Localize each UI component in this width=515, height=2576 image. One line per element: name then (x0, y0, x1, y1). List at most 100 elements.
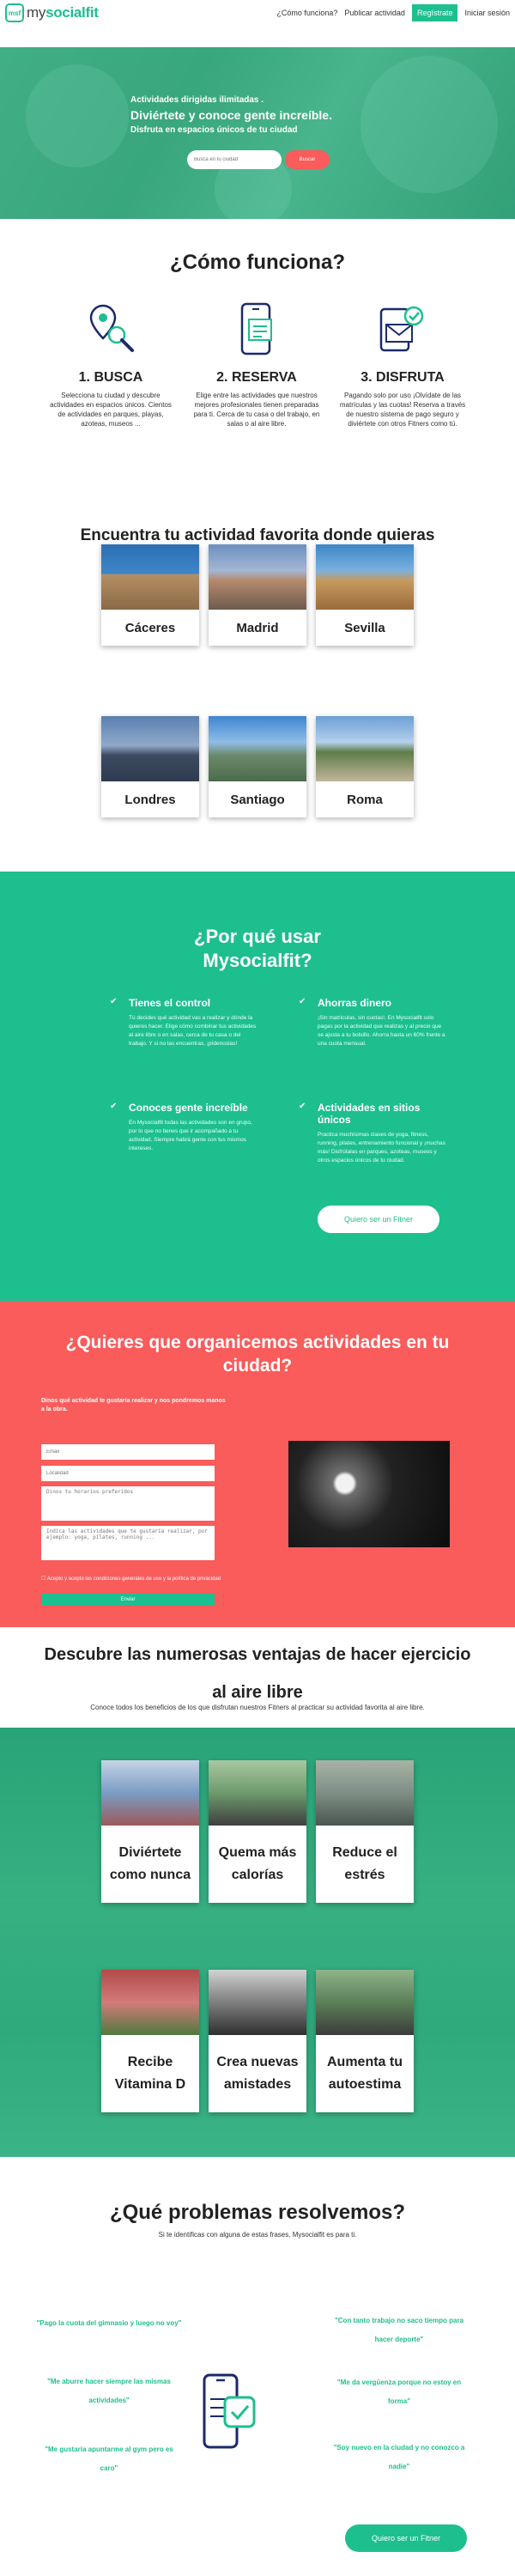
submit-button[interactable]: Enviar (41, 1594, 215, 1606)
city-photo (101, 544, 199, 610)
logo-prefix: my (27, 4, 46, 21)
schedule-field[interactable] (41, 1486, 215, 1521)
register-button[interactable]: Regístrate (411, 4, 458, 21)
benefit-card: Crea nuevas amistades (209, 1970, 306, 2112)
step-title: 1. BUSCA (78, 370, 143, 385)
feature-description: Tú decides qué actividad vas a realizar … (129, 1015, 257, 1047)
problems-title: ¿Qué problemas resolvemos? (109, 2201, 406, 2224)
hero-text: Actividades dirigidas ilimitadas . Divié… (130, 95, 332, 135)
organize-title: ¿Quieres que organicemos actividades en … (0, 1331, 515, 1377)
city-name: Cáceres (124, 620, 176, 635)
feature-description: En Mysocialfit todas las actividades son… (129, 1120, 252, 1151)
why-title: ¿Por qué usar Mysocialfit? (0, 925, 515, 973)
main-nav: ¿Cómo funciona? Publicar actividad Regís… (276, 4, 510, 21)
step-description: Selecciona tu ciudad y descubre activida… (50, 392, 172, 428)
benefit-name: Aumenta tu autoestima (327, 2055, 403, 2092)
logo-mark: msf (5, 3, 24, 22)
location-field[interactable] (41, 1466, 215, 1481)
check-icon: ✔ (299, 997, 306, 1006)
step-title: 2. RESERVA (216, 370, 297, 385)
city-card-sevilla[interactable]: Sevilla (316, 544, 414, 646)
quote: "Me gustaría apuntarme al gym pero es ca… (45, 2445, 173, 2472)
city-name: Londres (124, 792, 176, 807)
benefit-name: Recibe Vitamina D (114, 2055, 186, 2092)
step-title: 3. DISFRUTA (360, 370, 445, 385)
benefit-card: Quema más calorías (209, 1760, 306, 1903)
city-photo (316, 716, 414, 781)
activities-suggestion-field[interactable] (41, 1526, 215, 1560)
organize-subtitle: Dinos qué actividad te gustaría realizar… (41, 1398, 226, 1413)
quote: "Pago la cuota del gimnasio y luego no v… (36, 2319, 182, 2327)
login-link[interactable]: Iniciar sesión (464, 9, 510, 17)
feature-title: Ahorras dinero (318, 997, 392, 1009)
quote: "Con tanto trabajo no saco tiempo para h… (334, 2317, 464, 2343)
city-photo (101, 716, 199, 781)
city-search-input[interactable] (187, 150, 282, 169)
organize-title-line-1: ¿Quieres que organicemos actividades en … (65, 1333, 450, 1352)
benefit-photo (101, 1970, 199, 2035)
quote: "Me aburre hacer siempre las mismas acti… (47, 2378, 171, 2404)
city-photo (209, 716, 306, 781)
feature-save-money: ✔ Ahorras dinero ¡Sin matrículas, sin cu… (299, 997, 446, 1048)
benefit-name: Quema más calorías (218, 1845, 297, 1882)
problems-subtitle: Si te identificas con alguna de estas fr… (158, 2231, 357, 2239)
check-icon: ✔ (110, 997, 118, 1006)
benefit-card: Diviértete como nunca (101, 1760, 199, 1903)
benefit-name: Diviértete como nunca (109, 1845, 191, 1882)
step-description: Pagando solo por uso ¡Olvídate de las ma… (339, 392, 466, 428)
organize-section: ¿Quieres que organicemos actividades en … (0, 1301, 515, 1627)
phone-booking-icon (240, 302, 272, 355)
logo-brand: socialfit (45, 4, 99, 21)
benefit-photo (316, 1970, 414, 2035)
quote: "Me da vergüenza porque no estoy en form… (336, 2379, 462, 2405)
benefit-photo (209, 1760, 306, 1826)
city-name: Sevilla (344, 620, 385, 635)
benefits-background: Diviértete como nunca Quema más calorías… (0, 1728, 515, 2157)
group-activity-photo (288, 1441, 450, 1547)
organize-title-line-2: ciudad? (222, 1356, 293, 1376)
become-fitner-bottom-button[interactable]: Quiero ser un Fitner (345, 2524, 467, 2552)
feature-description: ¡Sin matrículas, sin cuotas!. En Mysocia… (318, 1015, 445, 1047)
step-reserve: 2. RESERVA Elige entre las actividades q… (192, 301, 321, 428)
benefits-subtitle: Conoce todos los beneficios de los que d… (90, 1704, 425, 1711)
city-photo (316, 544, 414, 610)
nav-how-it-works[interactable]: ¿Cómo funciona? (276, 9, 337, 17)
logo[interactable]: msf mysocialfit (5, 3, 99, 22)
why-title-line-1: ¿Por qué usar (194, 926, 321, 947)
how-title: ¿Cómo funciona? (170, 251, 345, 274)
checkbox-icon[interactable]: ☐ (41, 1577, 45, 1582)
step-search: 1. BUSCA Selecciona tu ciudad y descubre… (46, 301, 175, 428)
city-card-roma[interactable]: Roma (316, 716, 414, 817)
city-name: Roma (347, 792, 383, 807)
nav-publish-activity[interactable]: Publicar actividad (344, 9, 405, 17)
feature-control: ✔ Tienes el control Tú decides qué activ… (110, 997, 258, 1048)
email-field[interactable] (41, 1444, 215, 1460)
feature-title: Actividades en sitios únicos (318, 1102, 421, 1126)
hero-line-1: Actividades dirigidas ilimitadas . (130, 95, 264, 105)
hero-line-3: Disfruta en espacios únicos de tu ciudad (130, 125, 298, 135)
benefits-title: Descubre las numerosas ventajas de hacer… (0, 1636, 515, 1711)
benefit-card: Aumenta tu autoestima (316, 1970, 414, 2112)
privacy-consent[interactable]: ☐ Acepto y acepto las condiciones genera… (41, 1576, 221, 1583)
hero-banner: Actividades dirigidas ilimitadas . Divié… (0, 47, 515, 219)
city-card-santiago[interactable]: Santiago (209, 716, 306, 817)
step-enjoy: 3. DISFRUTA Pagando solo por uso ¡Olvída… (338, 301, 467, 428)
activities-title: Encuentra tu actividad favorita donde qu… (80, 526, 435, 544)
feature-unique-places: ✔ Actividades en sitios únicos Practica … (299, 1102, 446, 1165)
become-fitner-button[interactable]: Quiero ser un Fitner (318, 1206, 439, 1233)
hero-headline: Diviértete y conoce gente increíble. (130, 108, 332, 122)
city-card-caceres[interactable]: Cáceres (101, 544, 199, 646)
benefit-photo (101, 1760, 199, 1826)
benefit-name: Crea nuevas amistades (216, 2055, 299, 2092)
benefit-name: Reduce el estrés (332, 1845, 397, 1882)
check-icon: ✔ (110, 1102, 118, 1111)
city-card-londres[interactable]: Londres (101, 716, 199, 817)
city-card-madrid[interactable]: Madrid (209, 544, 306, 646)
quote: "Soy nuevo en la ciudad y no conozco a n… (333, 2444, 465, 2470)
search-button[interactable]: Buscar (285, 150, 330, 169)
city-photo (209, 544, 306, 610)
site-header: msf mysocialfit ¿Cómo funciona? Publicar… (0, 0, 515, 26)
step-description: Elige entre las actividades que nuestros… (193, 392, 320, 428)
feature-title: Tienes el control (129, 997, 211, 1009)
location-search-icon (89, 304, 134, 352)
